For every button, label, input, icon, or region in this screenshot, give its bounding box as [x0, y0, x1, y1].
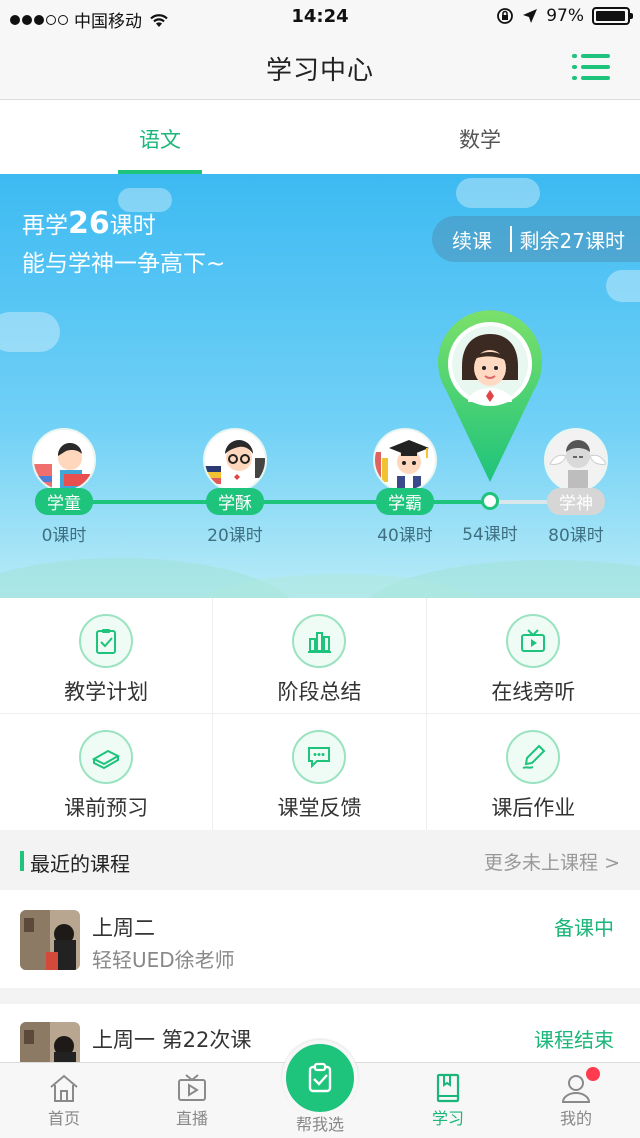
feature-label: 阶段总结	[277, 680, 362, 704]
course-date: 上周一 第22次课	[92, 1028, 252, 1052]
tab-label: 学习	[431, 1109, 464, 1128]
milestone-title: 学神	[547, 488, 605, 515]
feature-homework[interactable]: 课后作业	[427, 714, 640, 830]
recent-courses-header: 最近的课程 更多未上课程 >	[0, 830, 640, 890]
feature-online-audit[interactable]: 在线旁听	[426, 598, 640, 714]
renew-course-button[interactable]: 续课	[432, 225, 510, 254]
course-status: 备课中	[554, 916, 614, 940]
remaining-hours: 剩余27课时	[519, 228, 625, 253]
hero-headline: 再学26课时	[22, 206, 156, 241]
course-item[interactable]: 上周二 轻轻UED徐老师 备课中	[0, 890, 640, 988]
tab-label: 直播	[175, 1109, 208, 1128]
live-tv-icon	[178, 1074, 206, 1101]
course-thumbnail	[20, 910, 80, 970]
milestone-hours: 20课时	[207, 526, 263, 546]
feature-teaching-plan[interactable]: 教学计划	[0, 598, 214, 714]
current-progress-marker	[481, 492, 499, 510]
hours-needed: 26	[68, 206, 110, 241]
feature-label: 课后作业	[491, 796, 576, 820]
milestone-hours: 40课时	[377, 526, 433, 546]
current-hours: 54课时	[462, 525, 518, 545]
book-bookmark-icon	[436, 1073, 460, 1103]
xueshen-avatar	[544, 428, 608, 492]
xuesu-avatar	[203, 428, 267, 492]
course-thumbnail	[20, 1022, 80, 1062]
milestone-title: 学霸	[376, 488, 434, 515]
xueba-avatar	[373, 428, 437, 492]
battery-percent: 97%	[546, 6, 584, 26]
feature-label: 课堂反馈	[277, 796, 362, 820]
hero-subline: 能与学神一争高下~	[22, 251, 226, 277]
milestone-title: 学童	[35, 488, 93, 515]
milestone-hours: 0课时	[41, 526, 87, 546]
xuetong-avatar	[32, 428, 96, 492]
feature-grid: 教学计划 阶段总结 在线旁听 课前预习 课堂反馈 课后作业	[0, 598, 640, 830]
feature-label: 课前预习	[64, 796, 149, 820]
rotation-lock-icon	[497, 8, 514, 24]
notification-dot	[586, 1067, 600, 1081]
list-menu-icon[interactable]	[572, 54, 610, 80]
tab-live[interactable]: 直播	[128, 1063, 256, 1138]
milestone-xuesu: 学酥 20课时	[185, 428, 285, 546]
tab-study[interactable]: 学习	[384, 1063, 512, 1138]
help-me-choose-button[interactable]	[282, 1040, 358, 1116]
clipboard-check-icon	[79, 614, 134, 668]
tab-me[interactable]: 我的	[512, 1063, 640, 1138]
milestone-title: 学酥	[206, 488, 264, 515]
renew-pill[interactable]: 续课 剩余27课时	[432, 216, 640, 262]
current-position-pin	[438, 310, 542, 482]
page-title: 学习中心	[265, 56, 374, 86]
milestone-xuetong: 学童 0课时	[14, 428, 114, 546]
feature-class-feedback[interactable]: 课堂反馈	[213, 714, 427, 830]
pen-icon	[506, 730, 561, 784]
subject-tabs: 语文 数学	[0, 100, 640, 174]
milestone-hours: 80课时	[548, 526, 604, 546]
feature-preview[interactable]: 课前预习	[0, 714, 214, 830]
course-date: 上周二	[92, 916, 155, 940]
tab-label: 帮我选	[295, 1115, 344, 1134]
section-title: 最近的课程	[30, 852, 130, 876]
tab-label: 首页	[47, 1109, 80, 1128]
tv-play-icon	[506, 614, 561, 668]
book-icon	[79, 730, 134, 784]
feature-label: 在线旁听	[491, 680, 576, 704]
location-arrow-icon	[523, 9, 538, 23]
feature-label: 教学计划	[64, 680, 149, 704]
learning-progress-banner: 再学26课时 能与学神一争高下~ 续课 剩余27课时 学童 0课时 学酥 20课…	[0, 174, 640, 598]
tab-chinese[interactable]: 语文	[0, 100, 320, 174]
chat-bubbles-icon	[292, 730, 347, 784]
status-bar: 中国移动 14:24 97%	[0, 0, 640, 34]
course-status: 课程结束	[534, 1028, 614, 1052]
feature-stage-summary[interactable]: 阶段总结	[213, 598, 427, 714]
home-icon	[50, 1074, 78, 1102]
clipboard-check-icon	[308, 1062, 332, 1093]
battery-icon	[592, 7, 633, 25]
tab-label: 我的	[559, 1109, 592, 1128]
more-courses-link[interactable]: 更多未上课程 >	[484, 848, 620, 875]
nav-bar: 学习中心	[0, 34, 640, 100]
tab-home[interactable]: 首页	[0, 1063, 128, 1138]
course-teacher: 轻轻UED徐老师	[92, 948, 235, 972]
tab-math[interactable]: 数学	[320, 100, 640, 174]
bar-chart-icon	[292, 614, 347, 668]
